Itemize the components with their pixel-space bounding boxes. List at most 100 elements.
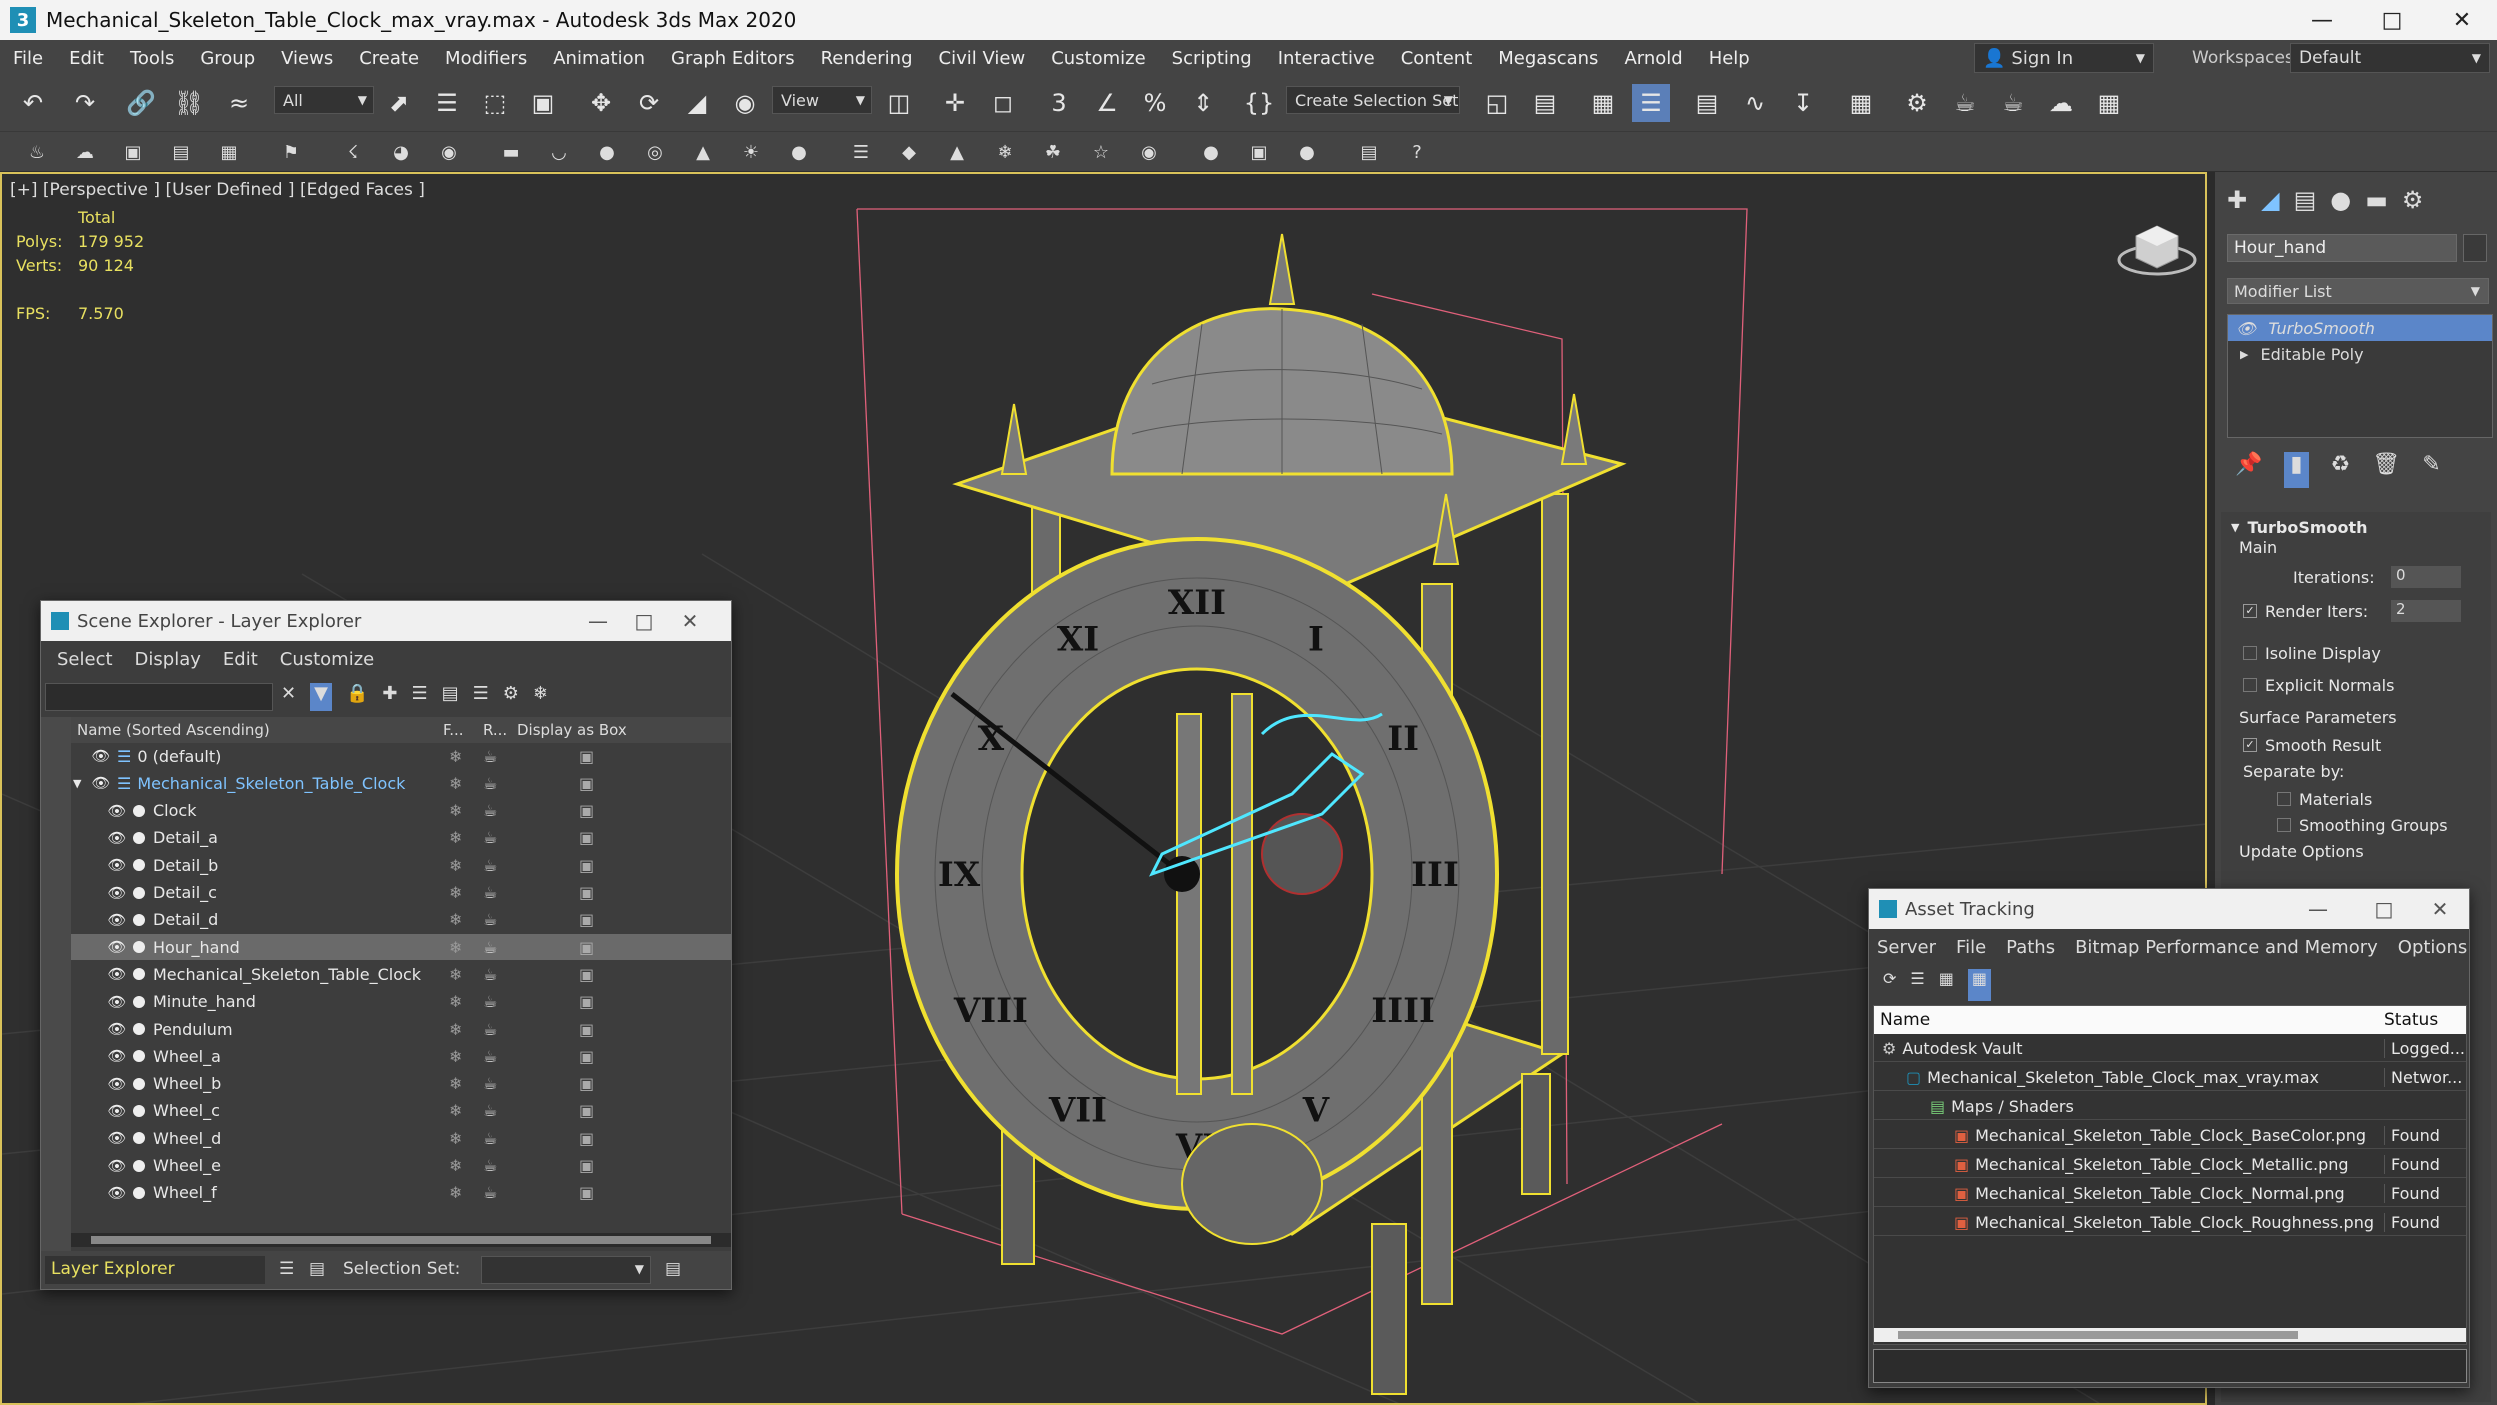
render-toggle-icon[interactable]: ☕ xyxy=(483,1020,497,1039)
remove-modifier-icon[interactable]: 🗑 xyxy=(2372,452,2400,488)
display-as-box-header[interactable]: Display as Box xyxy=(517,721,627,739)
menu-file[interactable]: File xyxy=(0,48,56,69)
pin-stack-icon[interactable]: 📌 xyxy=(2235,452,2262,488)
freeze-toggle-icon[interactable]: ❄ xyxy=(449,910,462,929)
selection-set-dropdown[interactable]: ▼ xyxy=(481,1256,651,1284)
edit-named-selection-icon[interactable]: {} xyxy=(1240,84,1278,122)
unlink-icon[interactable]: ⛓ xyxy=(170,84,208,122)
named-selection-set-dropdown[interactable]: Create Selection Set ▼ xyxy=(1286,86,1460,114)
freeze-toggle-icon[interactable]: ❄ xyxy=(449,1183,462,1202)
menu-content[interactable]: Content xyxy=(1388,48,1486,69)
scene-explorer-toggle-icon[interactable]: ▦ xyxy=(1584,84,1622,122)
asset-menu-file[interactable]: File xyxy=(1956,937,1986,958)
layer-tree-row[interactable]: 👁 Pendulum ❄ ☕ ▣ xyxy=(71,1016,731,1042)
pivot-center-icon[interactable]: ◫ xyxy=(880,84,918,122)
asset-row[interactable]: ▣ Mechanical_Skeleton_Table_Clock_Roughne… xyxy=(1874,1210,2466,1236)
hierarchy-tab-icon[interactable]: ▤ xyxy=(2294,186,2317,222)
layer-tree-row[interactable]: ▼ 👁 ☰ Mechanical_Skeleton_Table_Clock ❄ ☕ ▣ xyxy=(71,770,731,796)
material-ball-icon[interactable]: ◉ xyxy=(1134,137,1164,167)
frame-buffer-icon[interactable]: ▣ xyxy=(1244,137,1274,167)
eye-icon[interactable]: 👁 xyxy=(91,747,111,765)
menu-arnold[interactable]: Arnold xyxy=(1611,48,1695,69)
snaps-toggle-icon[interactable]: 3 xyxy=(1040,84,1078,122)
isoline-checkbox[interactable] xyxy=(2243,646,2257,660)
reference-coordinate-dropdown[interactable]: View ▼ xyxy=(772,86,872,114)
render-iters-checkbox[interactable]: ✓ xyxy=(2243,604,2257,618)
render-production-icon[interactable]: ☕ xyxy=(1994,84,2032,122)
lock-icon[interactable]: 🔒 xyxy=(346,683,368,711)
name-column-header[interactable]: Name xyxy=(1880,1010,1930,1030)
explorer-menu-select[interactable]: Select xyxy=(57,649,113,670)
freeze-toggle-icon[interactable]: ❄ xyxy=(449,1129,462,1148)
name-column-header[interactable]: Name (Sorted Ascending) xyxy=(77,721,270,739)
layer-tree-row[interactable]: 👁 Detail_a ❄ ☕ ▣ xyxy=(71,825,731,851)
display-as-box-icon[interactable]: ▣ xyxy=(579,965,594,984)
list-view-icon[interactable]: ☰ xyxy=(1910,969,1924,1001)
freeze-toggle-icon[interactable]: ❄ xyxy=(449,747,462,766)
freeze-toggle-icon[interactable]: ❄ xyxy=(449,938,462,957)
keyboard-shortcut-icon[interactable]: ◻ xyxy=(984,84,1022,122)
layer-tree-row[interactable]: 👁 Detail_c ❄ ☕ ▣ xyxy=(71,880,731,906)
freeze-toggle-icon[interactable]: ❄ xyxy=(449,965,462,984)
render-in-cloud-icon[interactable]: ☁ xyxy=(2042,84,2080,122)
menu-group[interactable]: Group xyxy=(187,48,268,69)
layer-tree-row[interactable]: 👁 Wheel_b ❄ ☕ ▣ xyxy=(71,1071,731,1097)
layer-tree-row[interactable]: 👁 Detail_d ❄ ☕ ▣ xyxy=(71,907,731,933)
sync-icon[interactable]: ❄ xyxy=(533,683,548,711)
eye-icon[interactable]: 👁 xyxy=(107,993,127,1011)
spinner-snap-icon[interactable]: ⇕ xyxy=(1184,84,1222,122)
render-toggle-icon[interactable]: ☕ xyxy=(483,774,497,793)
freeze-toggle-icon[interactable]: ❄ xyxy=(449,1020,462,1039)
new-layer-icon[interactable]: ✚ xyxy=(382,683,397,711)
render-toggle-icon[interactable]: ☕ xyxy=(483,938,497,957)
display-as-box-icon[interactable]: ▣ xyxy=(579,801,594,820)
menu-animation[interactable]: Animation xyxy=(540,48,658,69)
orbit-icon[interactable]: ◕ xyxy=(386,137,416,167)
stack-item-editable-poly[interactable]: ▶ Editable Poly xyxy=(2228,341,2492,367)
motion-tab-icon[interactable]: ● xyxy=(2330,186,2351,222)
render-toggle-icon[interactable]: ☕ xyxy=(483,1129,497,1148)
grid-icon[interactable]: ▦ xyxy=(214,137,244,167)
create-tab-icon[interactable]: ✚ xyxy=(2227,186,2247,222)
layer-tree-row[interactable]: 👁 Wheel_e ❄ ☕ ▣ xyxy=(71,1153,731,1179)
menu-customize[interactable]: Customize xyxy=(1038,48,1158,69)
menu-tools[interactable]: Tools xyxy=(117,48,187,69)
eye-icon[interactable]: 👁 xyxy=(107,1075,127,1093)
clear-search-icon[interactable]: ✕ xyxy=(281,683,296,711)
minimize-button[interactable]: — xyxy=(575,601,621,641)
undo-icon[interactable]: ↶ xyxy=(14,84,52,122)
asset-row[interactable]: ▣ Mechanical_Skeleton_Table_Clock_Metalli… xyxy=(1874,1152,2466,1178)
mirror-icon[interactable]: ◱ xyxy=(1478,84,1516,122)
freeze-toggle-icon[interactable]: ❄ xyxy=(449,1101,462,1120)
asset-row[interactable]: ▢ Mechanical_Skeleton_Table_Clock_max_vra… xyxy=(1874,1065,2466,1091)
modifier-list-dropdown[interactable]: Modifier List ▼ xyxy=(2227,278,2489,304)
object-color-swatch[interactable] xyxy=(2463,234,2487,262)
eye-icon[interactable]: 👁 xyxy=(107,829,127,847)
eye-icon[interactable]: 👁 xyxy=(107,1102,127,1120)
asset-tracking-titlebar[interactable]: Asset Tracking — □ ✕ xyxy=(1869,889,2469,929)
close-button[interactable]: ✕ xyxy=(2417,889,2463,929)
render-toggle-icon[interactable]: ☕ xyxy=(483,747,497,766)
display-as-box-icon[interactable]: ▣ xyxy=(579,992,594,1011)
eye-icon[interactable]: 👁 xyxy=(2236,319,2256,338)
cloud-icon[interactable]: ☁ xyxy=(70,137,100,167)
display-as-box-icon[interactable]: ▣ xyxy=(579,1101,594,1120)
select-link-icon[interactable]: 🔗 xyxy=(122,84,160,122)
eye-icon[interactable]: 👁 xyxy=(107,965,127,983)
add-to-layer-icon[interactable]: ☰ xyxy=(411,683,427,711)
make-unique-icon[interactable]: ♻ xyxy=(2331,452,2351,488)
sun-light-icon[interactable]: ☀ xyxy=(736,137,766,167)
tag-icon[interactable]: ⚑ xyxy=(276,137,306,167)
minimize-button[interactable]: — xyxy=(2295,889,2341,929)
render-toggle-icon[interactable]: ☕ xyxy=(483,1074,497,1093)
explorer-menu-display[interactable]: Display xyxy=(135,649,201,670)
display-as-box-icon[interactable]: ▣ xyxy=(579,856,594,875)
filter-icon[interactable]: ▼ xyxy=(310,683,332,711)
render-iters-spinner[interactable]: 2 xyxy=(2391,600,2461,622)
mesh-light-icon[interactable]: ◆ xyxy=(894,137,924,167)
render-toggle-icon[interactable]: ☕ xyxy=(483,801,497,820)
menu-scripting[interactable]: Scripting xyxy=(1159,48,1265,69)
asset-menu-paths[interactable]: Paths xyxy=(2006,937,2055,958)
render-toggle-icon[interactable]: ☕ xyxy=(483,1047,497,1066)
eye-icon[interactable]: 👁 xyxy=(107,1129,127,1147)
